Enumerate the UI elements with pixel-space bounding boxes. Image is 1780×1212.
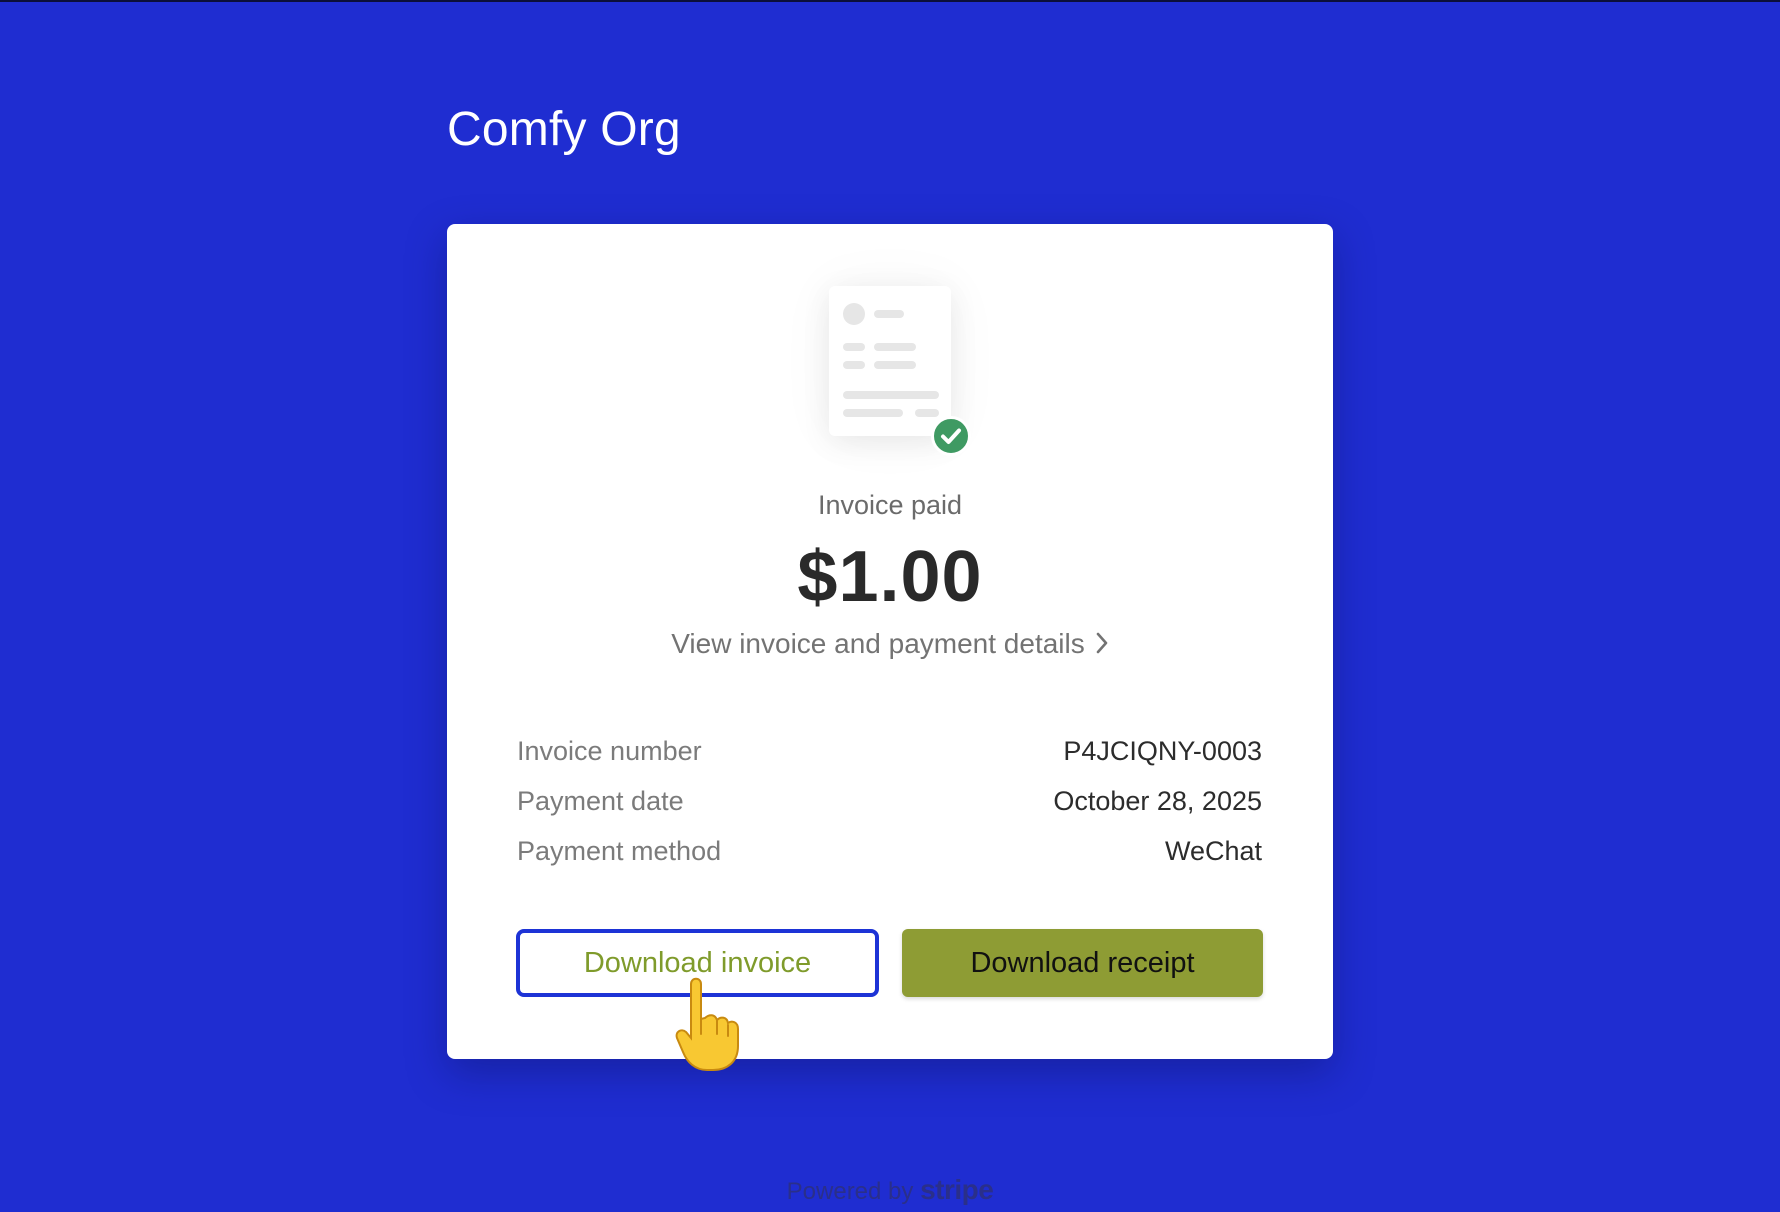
download-invoice-button[interactable]: Download invoice — [516, 929, 879, 997]
invoice-document-icon — [829, 286, 971, 456]
download-receipt-button[interactable]: Download receipt — [902, 929, 1263, 997]
powered-by-footer[interactable]: Powered by stripe — [0, 1174, 1780, 1206]
invoice-number-row: Invoice number P4JCIQNY-0003 — [517, 736, 1262, 786]
check-circle-icon — [931, 416, 971, 456]
payment-date-value: October 28, 2025 — [1053, 786, 1262, 816]
invoice-details-list: Invoice number P4JCIQNY-0003 Payment dat… — [517, 736, 1262, 886]
payment-method-row: Payment method WeChat — [517, 836, 1262, 886]
org-title: Comfy Org — [447, 103, 681, 156]
invoice-amount: $1.00 — [797, 537, 983, 617]
powered-by-text: Powered by — [786, 1178, 914, 1205]
payment-method-label: Payment method — [517, 836, 722, 866]
invoice-number-value: P4JCIQNY-0003 — [1063, 736, 1262, 766]
payment-method-value: WeChat — [1164, 836, 1262, 866]
invoice-number-label: Invoice number — [517, 736, 702, 766]
payment-date-row: Payment date October 28, 2025 — [517, 786, 1262, 836]
chevron-right-icon — [1095, 630, 1109, 662]
payment-date-label: Payment date — [517, 786, 684, 816]
stripe-logo: stripe — [920, 1174, 994, 1205]
view-details-link[interactable]: View invoice and payment details — [447, 628, 1333, 662]
view-details-label: View invoice and payment details — [671, 628, 1085, 659]
invoice-status: Invoice paid — [817, 490, 963, 520]
invoice-card: Invoice paid $1.00 View invoice and paym… — [447, 224, 1333, 1071]
